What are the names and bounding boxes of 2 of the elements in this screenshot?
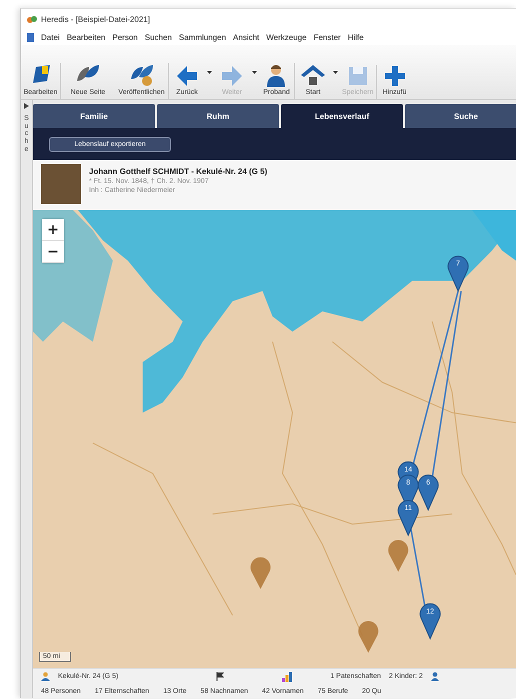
person-name: Johann Gotthelf SCHMIDT - Kekulé-Nr. 24 (G 5) <box>89 167 268 176</box>
window-title: Heredis - [Beispiel-Datei-2021] <box>41 14 150 24</box>
